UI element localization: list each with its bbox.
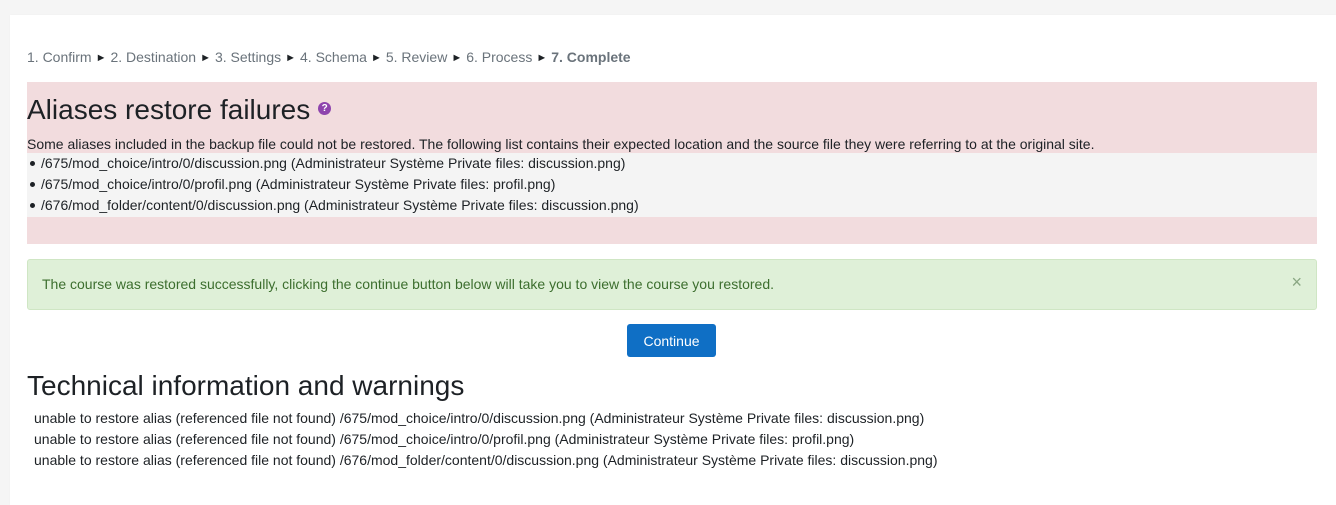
success-alert: The course was restored successfully, cl… (27, 259, 1317, 310)
alias-failures-title: Aliases restore failures (27, 94, 311, 125)
breadcrumb-separator-icon: ► (285, 52, 297, 64)
technical-warnings-list: unable to restore alias (referenced file… (34, 408, 937, 471)
alias-failures-heading: Aliases restore failures? (27, 94, 332, 126)
breadcrumb-step-process: 6. Process (466, 49, 533, 65)
list-item: unable to restore alias (referenced file… (34, 431, 855, 447)
list-item: /675/mod_choice/intro/0/profil.png (Admi… (27, 174, 1317, 195)
breadcrumb-step-review: 5. Review (385, 49, 448, 65)
breadcrumb-step-settings: 3. Settings (214, 49, 282, 65)
breadcrumb-step-complete: 7. Complete (551, 49, 631, 65)
alias-failures-panel: Aliases restore failures? Some aliases i… (27, 82, 1317, 244)
help-icon[interactable]: ? (318, 102, 332, 116)
breadcrumb-separator-icon: ► (451, 52, 463, 64)
breadcrumb-separator-icon: ► (536, 52, 548, 64)
list-item: unable to restore alias (referenced file… (34, 452, 938, 468)
continue-button[interactable]: Continue (627, 324, 716, 357)
breadcrumb-step-confirm: 1. Confirm (27, 49, 92, 65)
alias-failures-description: Some aliases included in the backup file… (27, 136, 1095, 152)
breadcrumb-step-destination: 2. Destination (110, 49, 197, 65)
breadcrumb-separator-icon: ► (370, 52, 382, 64)
alias-failures-list: /675/mod_choice/intro/0/discussion.png (… (27, 153, 1317, 217)
breadcrumb-separator-icon: ► (95, 52, 107, 64)
list-item: unable to restore alias (referenced file… (34, 410, 925, 426)
breadcrumb-separator-icon: ► (200, 52, 211, 64)
technical-info-heading: Technical information and warnings (27, 370, 465, 401)
list-item: /676/mod_folder/content/0/discussion.png… (27, 195, 1317, 216)
close-icon[interactable]: × (1291, 273, 1302, 291)
success-message: The course was restored successfully, cl… (42, 276, 774, 292)
list-item: /675/mod_choice/intro/0/discussion.png (… (27, 153, 1317, 174)
page-container: 1. Confirm ► 2. Destination ► 3. Settings ► 4.… (10, 15, 1336, 505)
restore-progress-breadcrumb: 1. Confirm ► 2. Destination ► 3. Settings ► 4.… (27, 49, 631, 65)
breadcrumb-step-schema: 4. Schema (300, 49, 367, 65)
